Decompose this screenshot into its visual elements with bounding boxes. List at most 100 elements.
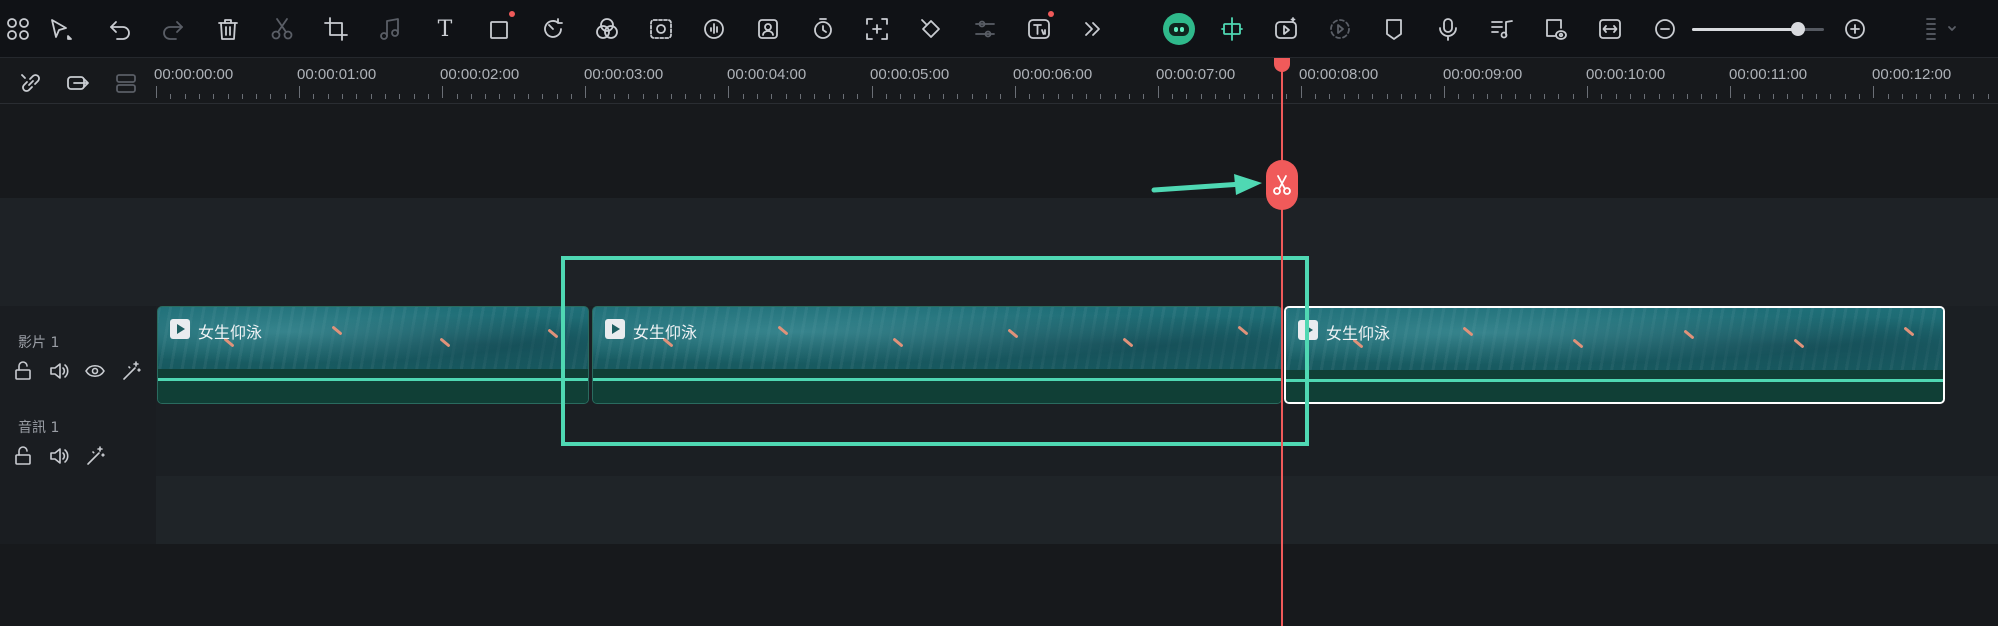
- ruler-tick: [671, 94, 673, 99]
- text-icon[interactable]: T: [430, 15, 460, 43]
- adjust-icon[interactable]: [970, 15, 1000, 43]
- preview-icon[interactable]: [1541, 15, 1571, 43]
- music-icon[interactable]: [1487, 15, 1517, 43]
- snap-icon[interactable]: [1217, 15, 1247, 43]
- timer-icon[interactable]: [808, 15, 838, 43]
- freeze-icon[interactable]: [862, 15, 892, 43]
- ruler-tick: [685, 94, 687, 99]
- link-icon[interactable]: [16, 68, 46, 98]
- empty-track-area-lower[interactable]: [0, 476, 1998, 544]
- ruler-tick: [757, 94, 759, 99]
- magic-icon[interactable]: [84, 445, 106, 467]
- ruler-tick: [1329, 94, 1331, 99]
- volume-icon[interactable]: [48, 360, 70, 382]
- ruler-tick: [714, 94, 716, 99]
- ai-audio-icon[interactable]: [700, 15, 730, 43]
- ruler-tick: [1844, 94, 1846, 99]
- ruler-tick: [1086, 94, 1088, 99]
- keyframe-icon[interactable]: [916, 15, 946, 43]
- undo-icon[interactable]: [105, 15, 135, 43]
- delete-icon[interactable]: [213, 15, 243, 43]
- zoom-in-icon[interactable]: [1840, 15, 1870, 43]
- swimmer-figure: [1462, 326, 1474, 337]
- zoom-slider[interactable]: [1692, 22, 1824, 36]
- ruler-tick: [1587, 86, 1588, 98]
- ai-text-icon[interactable]: [1024, 11, 1054, 43]
- marker-icon[interactable]: [1379, 15, 1409, 43]
- mask-icon[interactable]: [646, 15, 676, 43]
- microphone-icon[interactable]: [1433, 15, 1463, 43]
- ruler-tick: [384, 94, 386, 99]
- ruler-tick: [1214, 94, 1216, 99]
- ruler-tick: [1014, 86, 1016, 98]
- ai-video-icon[interactable]: [1271, 15, 1301, 43]
- ruler-tick: [1443, 86, 1445, 98]
- ruler-tick: [900, 94, 902, 99]
- ruler-tick: [1515, 94, 1517, 99]
- ruler-tick: [1100, 94, 1102, 99]
- clip-title: 女生仰泳: [198, 323, 263, 342]
- swimmer-figure: [331, 325, 343, 336]
- ruler-tick: [313, 94, 315, 99]
- zoom-slider-thumb[interactable]: [1790, 22, 1805, 36]
- shape-icon[interactable]: [485, 11, 515, 43]
- ai-portrait-icon[interactable]: [754, 15, 784, 43]
- split-icon[interactable]: [267, 15, 297, 43]
- video-clip-selected[interactable]: 女生仰泳: [1284, 306, 1945, 404]
- ruler-tick: [656, 94, 658, 99]
- ai-mate-icon[interactable]: [1163, 13, 1195, 45]
- volume-icon[interactable]: [48, 445, 70, 467]
- select-tool-icon[interactable]: [45, 15, 75, 43]
- ruler-tick: [1272, 94, 1274, 99]
- ruler-tick: [814, 94, 816, 99]
- redo-icon[interactable]: [158, 15, 188, 43]
- ruler-tick: [1572, 94, 1574, 99]
- split-at-playhead-button[interactable]: [1266, 160, 1298, 210]
- ruler-tick: [370, 94, 372, 99]
- more-icon[interactable]: [1078, 15, 1108, 43]
- audio-icon[interactable]: [375, 15, 405, 43]
- clip-audio-waveform: [158, 378, 588, 381]
- playhead[interactable]: [1281, 58, 1283, 626]
- ruler-tick: [170, 94, 172, 99]
- ruler-tick: [1186, 94, 1188, 99]
- color-icon[interactable]: [592, 15, 622, 43]
- crop-icon[interactable]: [321, 15, 351, 43]
- empty-track-area[interactable]: [0, 105, 1998, 198]
- ruler-tick: [985, 94, 987, 99]
- ruler-tick: [513, 94, 515, 99]
- ruler-tick: [1758, 94, 1760, 99]
- swimmer-figure: [1903, 326, 1915, 337]
- lock-icon[interactable]: [12, 445, 34, 467]
- swimmer-figure: [439, 337, 451, 348]
- ungroup-icon[interactable]: [111, 68, 141, 98]
- ruler-tick: [1629, 94, 1631, 99]
- fit-icon[interactable]: [1595, 15, 1625, 43]
- audio-track-label: 音訊 1: [18, 420, 60, 436]
- ruler-tick: [1143, 94, 1145, 99]
- zoom-out-icon[interactable]: [1650, 15, 1680, 43]
- group-icon[interactable]: [63, 68, 93, 98]
- layout-menu-icon[interactable]: [1917, 15, 1961, 43]
- render-icon[interactable]: [1325, 15, 1355, 43]
- ruler-tick: [1358, 94, 1360, 99]
- eye-icon[interactable]: [84, 360, 106, 382]
- ruler-tick: [1458, 94, 1460, 99]
- ruler-tick: [342, 94, 344, 99]
- ruler-tick: [1172, 94, 1173, 99]
- ruler-tick: [1730, 86, 1732, 98]
- speed-icon[interactable]: [538, 15, 568, 43]
- layout-icon[interactable]: [3, 15, 33, 43]
- ruler-tick: [1114, 94, 1116, 99]
- swimmer-figure: [1793, 338, 1805, 349]
- ruler-tick: [1257, 94, 1259, 99]
- ruler-timecode: 00:00:06:00: [1013, 66, 1093, 83]
- ruler-tick: [628, 94, 630, 99]
- video-clip[interactable]: 女生仰泳: [157, 306, 589, 404]
- ruler-timecode: 00:00:07:00: [1156, 66, 1236, 83]
- lock-icon[interactable]: [12, 360, 34, 382]
- magic-icon[interactable]: [120, 360, 142, 382]
- ruler-tick: [1715, 94, 1717, 99]
- ruler-tick: [299, 86, 301, 98]
- ruler-tick: [728, 86, 730, 98]
